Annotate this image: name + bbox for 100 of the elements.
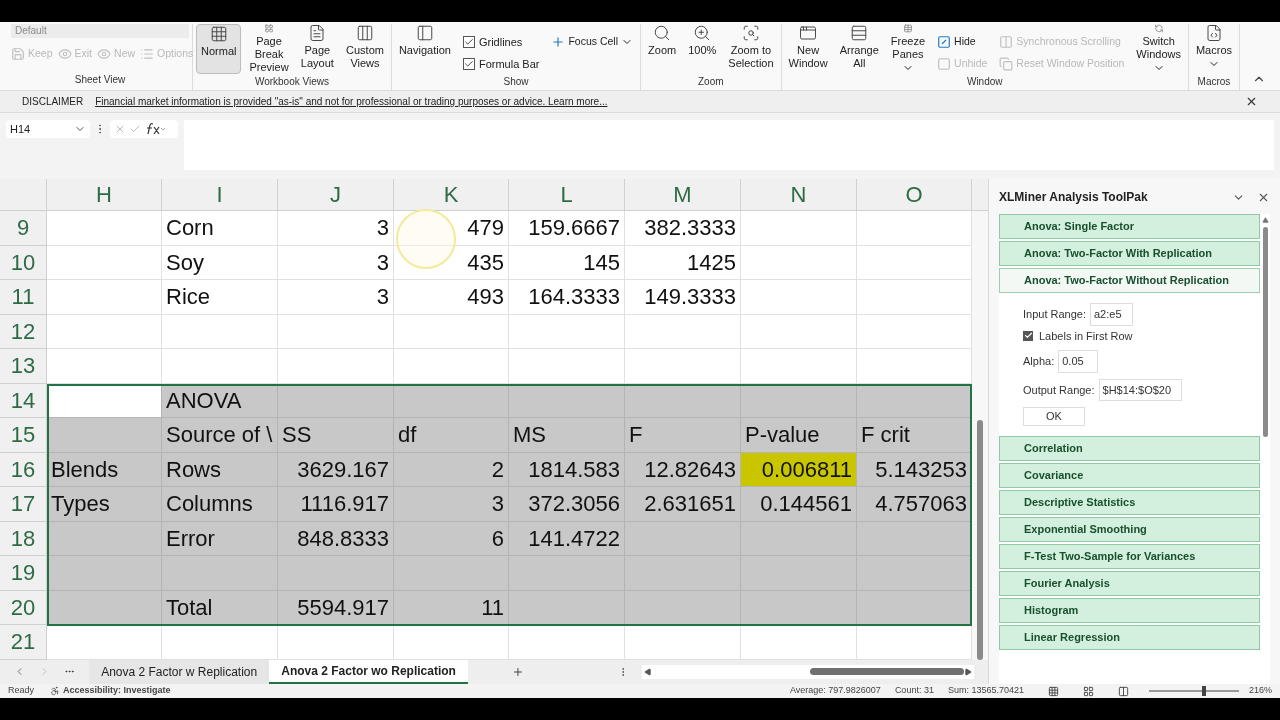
scroll-thumb[interactable] bbox=[977, 419, 983, 660]
table-cell: 6 bbox=[394, 521, 509, 556]
ribbon-button[interactable]: Zoom bbox=[644, 24, 681, 74]
zoom-percent[interactable]: 216% bbox=[1248, 684, 1272, 698]
column-header[interactable]: J bbox=[278, 179, 394, 210]
input-field[interactable]: 0.05 bbox=[1058, 350, 1099, 373]
ribbon-button[interactable]: New Window bbox=[784, 24, 832, 74]
table-cell: 1814.583 bbox=[509, 452, 625, 487]
table-cell: 3 bbox=[278, 211, 394, 246]
table-cell: 848.8333 bbox=[278, 521, 394, 556]
ribbon-button[interactable]: Normal bbox=[196, 24, 242, 74]
row-header[interactable]: 16 bbox=[0, 452, 47, 487]
row-header[interactable]: 18 bbox=[0, 521, 47, 556]
sheet-tab[interactable]: Anova 2 Factor w Replication bbox=[89, 659, 270, 684]
ribbon-button[interactable]: Zoom to Selection bbox=[724, 24, 778, 74]
table-cell: 2.631651 bbox=[625, 487, 741, 522]
tool-item[interactable]: F-Test Two-Sample for Variances bbox=[999, 544, 1260, 569]
checkbox[interactable] bbox=[462, 36, 475, 48]
zoom-thumb[interactable] bbox=[1202, 686, 1207, 696]
table-cell: 493 bbox=[394, 280, 509, 315]
ribbon-button[interactable]: Focus Cell bbox=[551, 32, 634, 52]
name-box[interactable]: H14 bbox=[6, 120, 90, 138]
tool-item[interactable]: Anova: Single Factor bbox=[999, 214, 1260, 239]
average-value: Average: 797.9826007 bbox=[789, 684, 881, 698]
ribbon-icon bbox=[551, 35, 566, 49]
ribbon-button[interactable]: Hide bbox=[937, 32, 988, 52]
row-header[interactable]: 13 bbox=[0, 349, 47, 384]
ribbon-icon bbox=[97, 47, 112, 61]
ribbon-button[interactable]: Page Layout bbox=[296, 24, 338, 74]
column-header[interactable]: L bbox=[509, 179, 625, 210]
ok-button[interactable]: OK bbox=[1023, 407, 1085, 426]
disclaimer-link[interactable]: Financial market information is provided "as-is" and not for professional or trading purposes or advice. Learn more... bbox=[95, 94, 608, 109]
column-header[interactable]: M bbox=[625, 179, 741, 210]
checkbox-label: Labels in First Row bbox=[1039, 328, 1133, 344]
table-cell: 0.006811 bbox=[741, 452, 857, 487]
ribbon-button[interactable]: Freeze Panes bbox=[886, 24, 930, 74]
tool-item[interactable]: Covariance bbox=[999, 463, 1260, 488]
checkbox[interactable] bbox=[1023, 330, 1033, 341]
row-header[interactable]: 20 bbox=[0, 590, 47, 625]
table-cell: P-value bbox=[741, 418, 857, 453]
ribbon-button[interactable]: Custom Views bbox=[342, 24, 388, 74]
tool-item[interactable]: Histogram bbox=[999, 598, 1260, 623]
ribbon-icon bbox=[1204, 24, 1223, 42]
normal-view-icon[interactable] bbox=[1047, 685, 1059, 697]
input-field[interactable]: a2:e5 bbox=[1090, 303, 1133, 326]
column-header[interactable]: K bbox=[394, 179, 509, 210]
scroll-thumb[interactable] bbox=[1262, 227, 1268, 437]
ribbon-button[interactable]: Switch Windows bbox=[1132, 24, 1185, 74]
row-header[interactable]: 11 bbox=[0, 280, 47, 315]
ribbon-button[interactable]: Page Break Preview bbox=[245, 24, 293, 74]
table-cell: 12.82643 bbox=[625, 452, 741, 487]
page-layout-icon[interactable] bbox=[1082, 685, 1094, 697]
tool-item[interactable]: Anova: Two-Factor Without Replication bbox=[999, 268, 1260, 293]
tool-item[interactable]: Fourier Analysis bbox=[999, 571, 1260, 596]
tool-item[interactable]: Exponential Smoothing bbox=[999, 517, 1260, 542]
row-header[interactable]: 21 bbox=[0, 625, 47, 660]
column-header[interactable]: O bbox=[857, 179, 972, 210]
input-field[interactable]: $H$14:$O$20 bbox=[1098, 378, 1183, 401]
function-icon[interactable] bbox=[144, 123, 166, 135]
sheet-tab[interactable]: Anova 2 Factor wo Replication bbox=[269, 659, 468, 684]
ribbon-icon bbox=[57, 47, 72, 61]
scroll-left-icon[interactable] bbox=[644, 667, 652, 676]
accessibility-status[interactable]: Accessibility: Investigate bbox=[63, 684, 171, 698]
scroll-right-icon[interactable] bbox=[964, 667, 972, 676]
row-header[interactable]: 9 bbox=[0, 211, 47, 246]
checkbox-option[interactable]: Gridlines bbox=[462, 32, 540, 52]
group-label: Macros bbox=[1196, 75, 1232, 89]
disclaimer-label: DISCLAIMER bbox=[22, 95, 84, 109]
ribbon-button[interactable]: Navigation bbox=[394, 24, 455, 74]
column-header[interactable]: N bbox=[741, 179, 857, 210]
close-icon[interactable] bbox=[1245, 95, 1258, 108]
ribbon-button[interactable]: Arrange All bbox=[835, 24, 883, 74]
table-cell: 141.4722 bbox=[509, 521, 625, 556]
table-cell: SS bbox=[278, 418, 394, 453]
page-break-icon[interactable] bbox=[1117, 685, 1129, 697]
row-header[interactable]: 15 bbox=[0, 418, 47, 453]
vertical-scrollbar[interactable] bbox=[972, 211, 988, 660]
row-header[interactable]: 19 bbox=[0, 556, 47, 591]
tool-item[interactable]: Descriptive Statistics bbox=[999, 490, 1260, 515]
row-header[interactable]: 10 bbox=[0, 245, 47, 280]
row-header[interactable]: 12 bbox=[0, 314, 47, 349]
ribbon-icon bbox=[209, 25, 228, 43]
tool-item[interactable]: Correlation bbox=[999, 436, 1260, 461]
ribbon-button[interactable]: 100% bbox=[684, 24, 721, 74]
tool-item[interactable]: Linear Regression bbox=[999, 625, 1260, 650]
table-cell: Rows bbox=[162, 452, 278, 487]
ribbon-button[interactable]: Macros bbox=[1191, 24, 1236, 74]
column-header[interactable]: I bbox=[162, 179, 278, 210]
table-cell: 372.3056 bbox=[509, 487, 625, 522]
column-header[interactable]: H bbox=[47, 179, 162, 210]
row-header[interactable]: 17 bbox=[0, 487, 47, 522]
table-cell: 435 bbox=[394, 245, 509, 280]
checkbox-option[interactable]: Formula Bar bbox=[462, 54, 540, 74]
row-header[interactable]: 14 bbox=[0, 383, 47, 418]
scroll-up-icon[interactable] bbox=[1261, 217, 1269, 224]
horizontal-scrollbar[interactable] bbox=[642, 664, 974, 679]
checkbox[interactable] bbox=[462, 58, 475, 70]
ribbon-icon bbox=[693, 24, 712, 42]
tool-item[interactable]: Anova: Two-Factor With Replication bbox=[999, 241, 1260, 266]
scroll-thumb[interactable] bbox=[810, 668, 964, 675]
